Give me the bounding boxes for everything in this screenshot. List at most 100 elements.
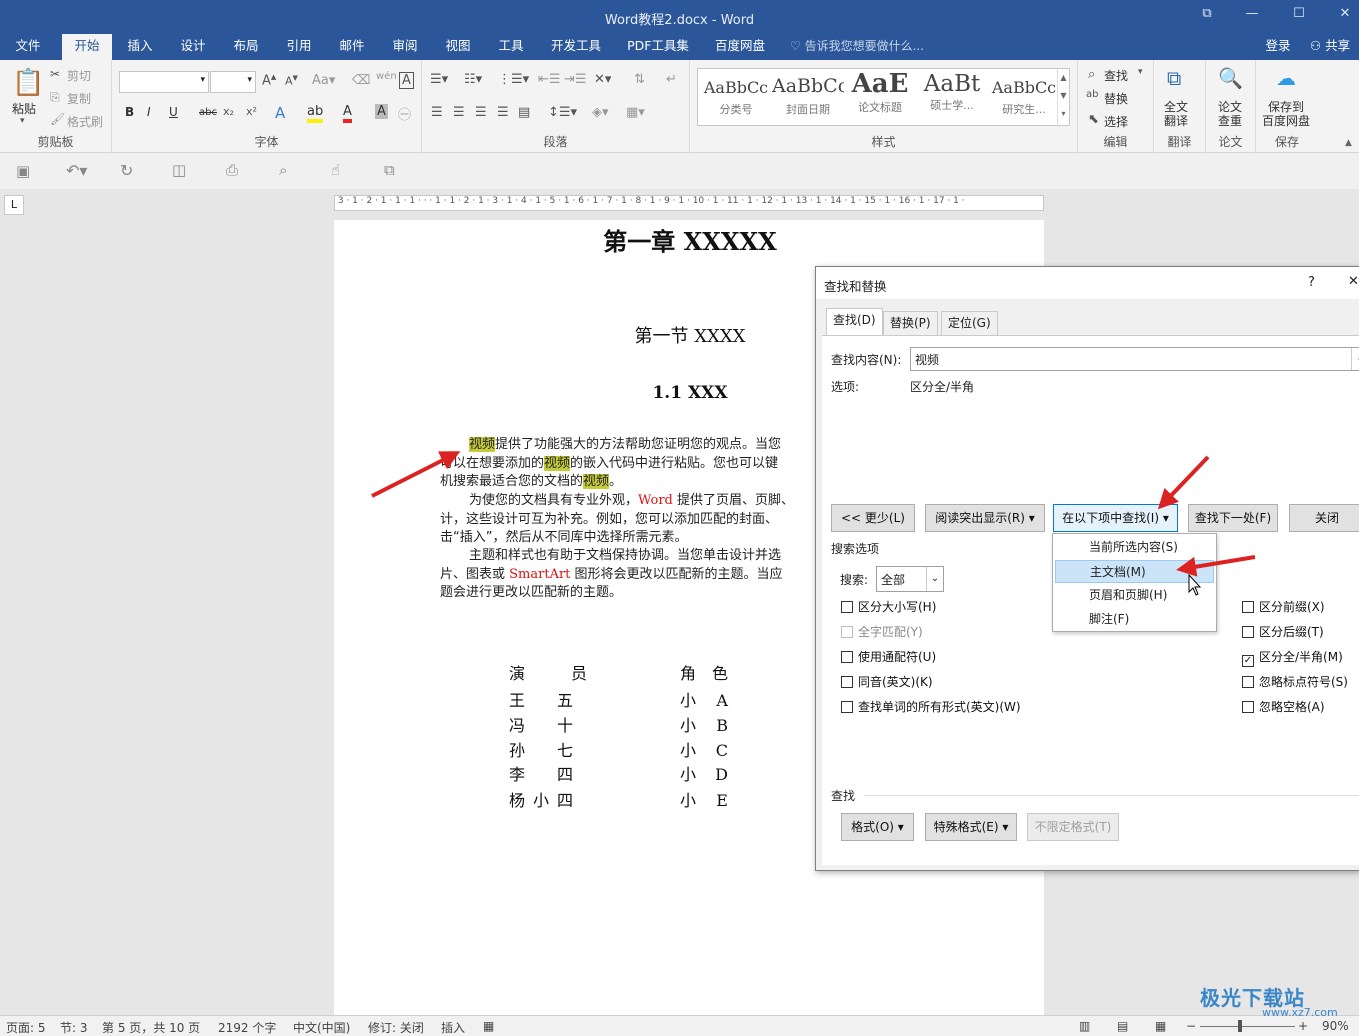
status-pages[interactable]: 第 5 页，共 10 页: [102, 1019, 200, 1036]
touch-mode-icon[interactable]: ☝: [331, 161, 340, 179]
print-preview-icon[interactable]: ⌕: [279, 161, 287, 179]
print-layout-icon[interactable]: ▤: [1117, 1019, 1128, 1033]
replace-button[interactable]: 替换: [1104, 90, 1128, 107]
underline-button[interactable]: U: [169, 105, 178, 119]
tab-references[interactable]: 引用: [274, 34, 324, 60]
share-button[interactable]: ⚇ 共享: [1302, 34, 1358, 60]
dialog-help-button[interactable]: ?: [1308, 275, 1315, 290]
find-button[interactable]: 查找: [1104, 67, 1128, 84]
reading-highlight-button[interactable]: 阅读突出显示(R) ▾: [925, 504, 1045, 532]
search-option-checkbox[interactable]: 区分大小写(H): [841, 599, 936, 615]
style-item[interactable]: AaE 论文标题: [844, 69, 916, 125]
zoom-slider[interactable]: [1200, 1026, 1295, 1027]
find-history-dropdown-icon[interactable]: ⌄: [1351, 348, 1359, 370]
enclose-char-icon[interactable]: ㊀: [398, 104, 411, 123]
login-link[interactable]: 登录: [1258, 34, 1298, 60]
find-dropdown-icon[interactable]: ▾: [1138, 67, 1143, 77]
clear-format-icon[interactable]: ⌫: [352, 73, 370, 88]
print-icon[interactable]: ⎙: [226, 161, 238, 179]
subscript-icon[interactable]: x₂: [223, 105, 234, 118]
menu-item-main-document[interactable]: 主文档(M): [1055, 560, 1214, 583]
tab-tools[interactable]: 工具: [486, 34, 536, 60]
search-option-checkbox[interactable]: 查找单词的所有形式(英文)(W): [841, 699, 1021, 715]
line-spacing-icon[interactable]: ↕☰▾: [548, 105, 577, 120]
minimize-button[interactable]: —: [1240, 6, 1264, 26]
tab-layout[interactable]: 布局: [221, 34, 271, 60]
zoom-in-icon[interactable]: +: [1298, 1019, 1308, 1033]
status-track-changes[interactable]: 修订: 关闭: [368, 1019, 424, 1036]
zoom-out-icon[interactable]: −: [1186, 1019, 1196, 1033]
menu-item-header-footer[interactable]: 页眉和页脚(H): [1055, 584, 1214, 607]
gallery-scroll[interactable]: ▲ ▼ ▾: [1057, 69, 1069, 125]
copy-button[interactable]: 复制: [67, 90, 91, 107]
menu-item-footnotes[interactable]: 脚注(F): [1055, 608, 1214, 631]
strikethrough-button[interactable]: abc: [199, 107, 217, 118]
tab-pdf[interactable]: PDF工具集: [620, 34, 696, 60]
highlight-color-icon[interactable]: ab: [307, 104, 324, 123]
align-right-icon[interactable]: ☰: [475, 105, 487, 120]
sort-icon[interactable]: ⇅: [634, 72, 645, 87]
numbering-icon[interactable]: ☷▾: [464, 72, 482, 87]
two-pages-icon[interactable]: ◫: [172, 161, 186, 179]
font-size-box[interactable]: ▾: [210, 71, 256, 93]
match-option-checkbox[interactable]: 区分前缀(X): [1242, 599, 1325, 615]
bullets-icon[interactable]: ☰▾: [430, 72, 448, 87]
baidu-cloud-icon[interactable]: ☁: [1276, 66, 1296, 90]
status-language[interactable]: 中文(中国): [293, 1019, 350, 1036]
font-color-icon[interactable]: A: [343, 104, 352, 123]
char-border-icon[interactable]: A: [399, 72, 414, 89]
translate-icon[interactable]: ⧉: [1167, 66, 1181, 90]
save-baidu-button[interactable]: 保存到 百度网盘: [1262, 100, 1310, 128]
paste-dropdown-icon[interactable]: ▾: [20, 116, 25, 126]
find-next-button[interactable]: 查找下一处(F): [1188, 504, 1278, 532]
undo-icon[interactable]: ↶▾: [66, 161, 87, 180]
status-section[interactable]: 节: 3: [60, 1019, 88, 1036]
find-in-button[interactable]: 在以下项中查找(I) ▾: [1053, 504, 1178, 532]
search-option-checkbox[interactable]: 使用通配符(U): [841, 649, 936, 665]
style-item[interactable]: AaBbCc 研究生...: [988, 69, 1060, 125]
status-words[interactable]: 2192 个字: [218, 1019, 276, 1036]
tab-goto[interactable]: 定位(G): [941, 311, 998, 335]
format-button[interactable]: 格式(O) ▾: [841, 813, 914, 841]
status-insert-mode[interactable]: 插入: [441, 1019, 465, 1036]
align-left-icon[interactable]: ☰: [431, 105, 443, 120]
status-page[interactable]: 页面: 5: [6, 1019, 46, 1036]
match-option-checkbox[interactable]: ✓ 区分全/半角(M): [1242, 649, 1343, 667]
align-center-icon[interactable]: ☰: [453, 105, 465, 120]
change-case-icon[interactable]: Aa▾: [312, 73, 335, 88]
customize-qat-icon[interactable]: ⧉: [384, 161, 395, 179]
special-button[interactable]: 特殊格式(E) ▾: [925, 813, 1017, 841]
font-name-box[interactable]: ▾: [119, 71, 209, 93]
decrease-indent-icon[interactable]: ⇤☰: [538, 72, 561, 87]
tab-baidu[interactable]: 百度网盘: [703, 34, 777, 60]
web-layout-icon[interactable]: ▦: [1155, 1019, 1166, 1033]
tell-me-search[interactable]: ♡ 告诉我您想要做什么...: [790, 34, 940, 60]
tab-insert[interactable]: 插入: [115, 34, 165, 60]
paste-icon[interactable]: 📋: [12, 68, 44, 98]
match-option-checkbox[interactable]: 忽略标点符号(S): [1242, 674, 1348, 690]
paste-button[interactable]: 粘贴: [12, 100, 36, 117]
tab-design[interactable]: 设计: [168, 34, 218, 60]
maximize-button[interactable]: ☐: [1287, 6, 1311, 26]
grow-font-icon[interactable]: A▲: [262, 73, 276, 88]
chinese-layout-icon[interactable]: ✕▾: [594, 72, 611, 87]
style-item[interactable]: AaBbCc 封面日期: [772, 69, 844, 125]
full-translate-button[interactable]: 全文 翻译: [1164, 100, 1188, 128]
close-button[interactable]: 关闭: [1289, 504, 1359, 532]
tab-stop-selector[interactable]: L: [4, 195, 24, 215]
menu-item-current-selection[interactable]: 当前所选内容(S): [1055, 536, 1214, 559]
collapse-ribbon-icon[interactable]: ▲: [1345, 138, 1352, 148]
match-option-checkbox[interactable]: 区分后缀(T): [1242, 624, 1324, 640]
redo-icon[interactable]: ↻: [120, 161, 133, 180]
paper-check-icon[interactable]: 🔍: [1218, 66, 1243, 90]
dialog-close-icon[interactable]: ✕: [1348, 274, 1359, 289]
find-input[interactable]: 视频 ⌄: [910, 347, 1359, 371]
shrink-font-icon[interactable]: A▼: [285, 74, 298, 88]
read-mode-icon[interactable]: ▥: [1079, 1019, 1090, 1033]
ribbon-display-icon[interactable]: ⧉: [1195, 6, 1219, 26]
search-option-checkbox[interactable]: 同音(英文)(K): [841, 674, 933, 690]
tab-find[interactable]: 查找(D): [826, 308, 883, 336]
save-icon[interactable]: ▣: [16, 162, 30, 180]
close-window-button[interactable]: ✕: [1333, 6, 1357, 26]
italic-button[interactable]: I: [147, 105, 151, 119]
